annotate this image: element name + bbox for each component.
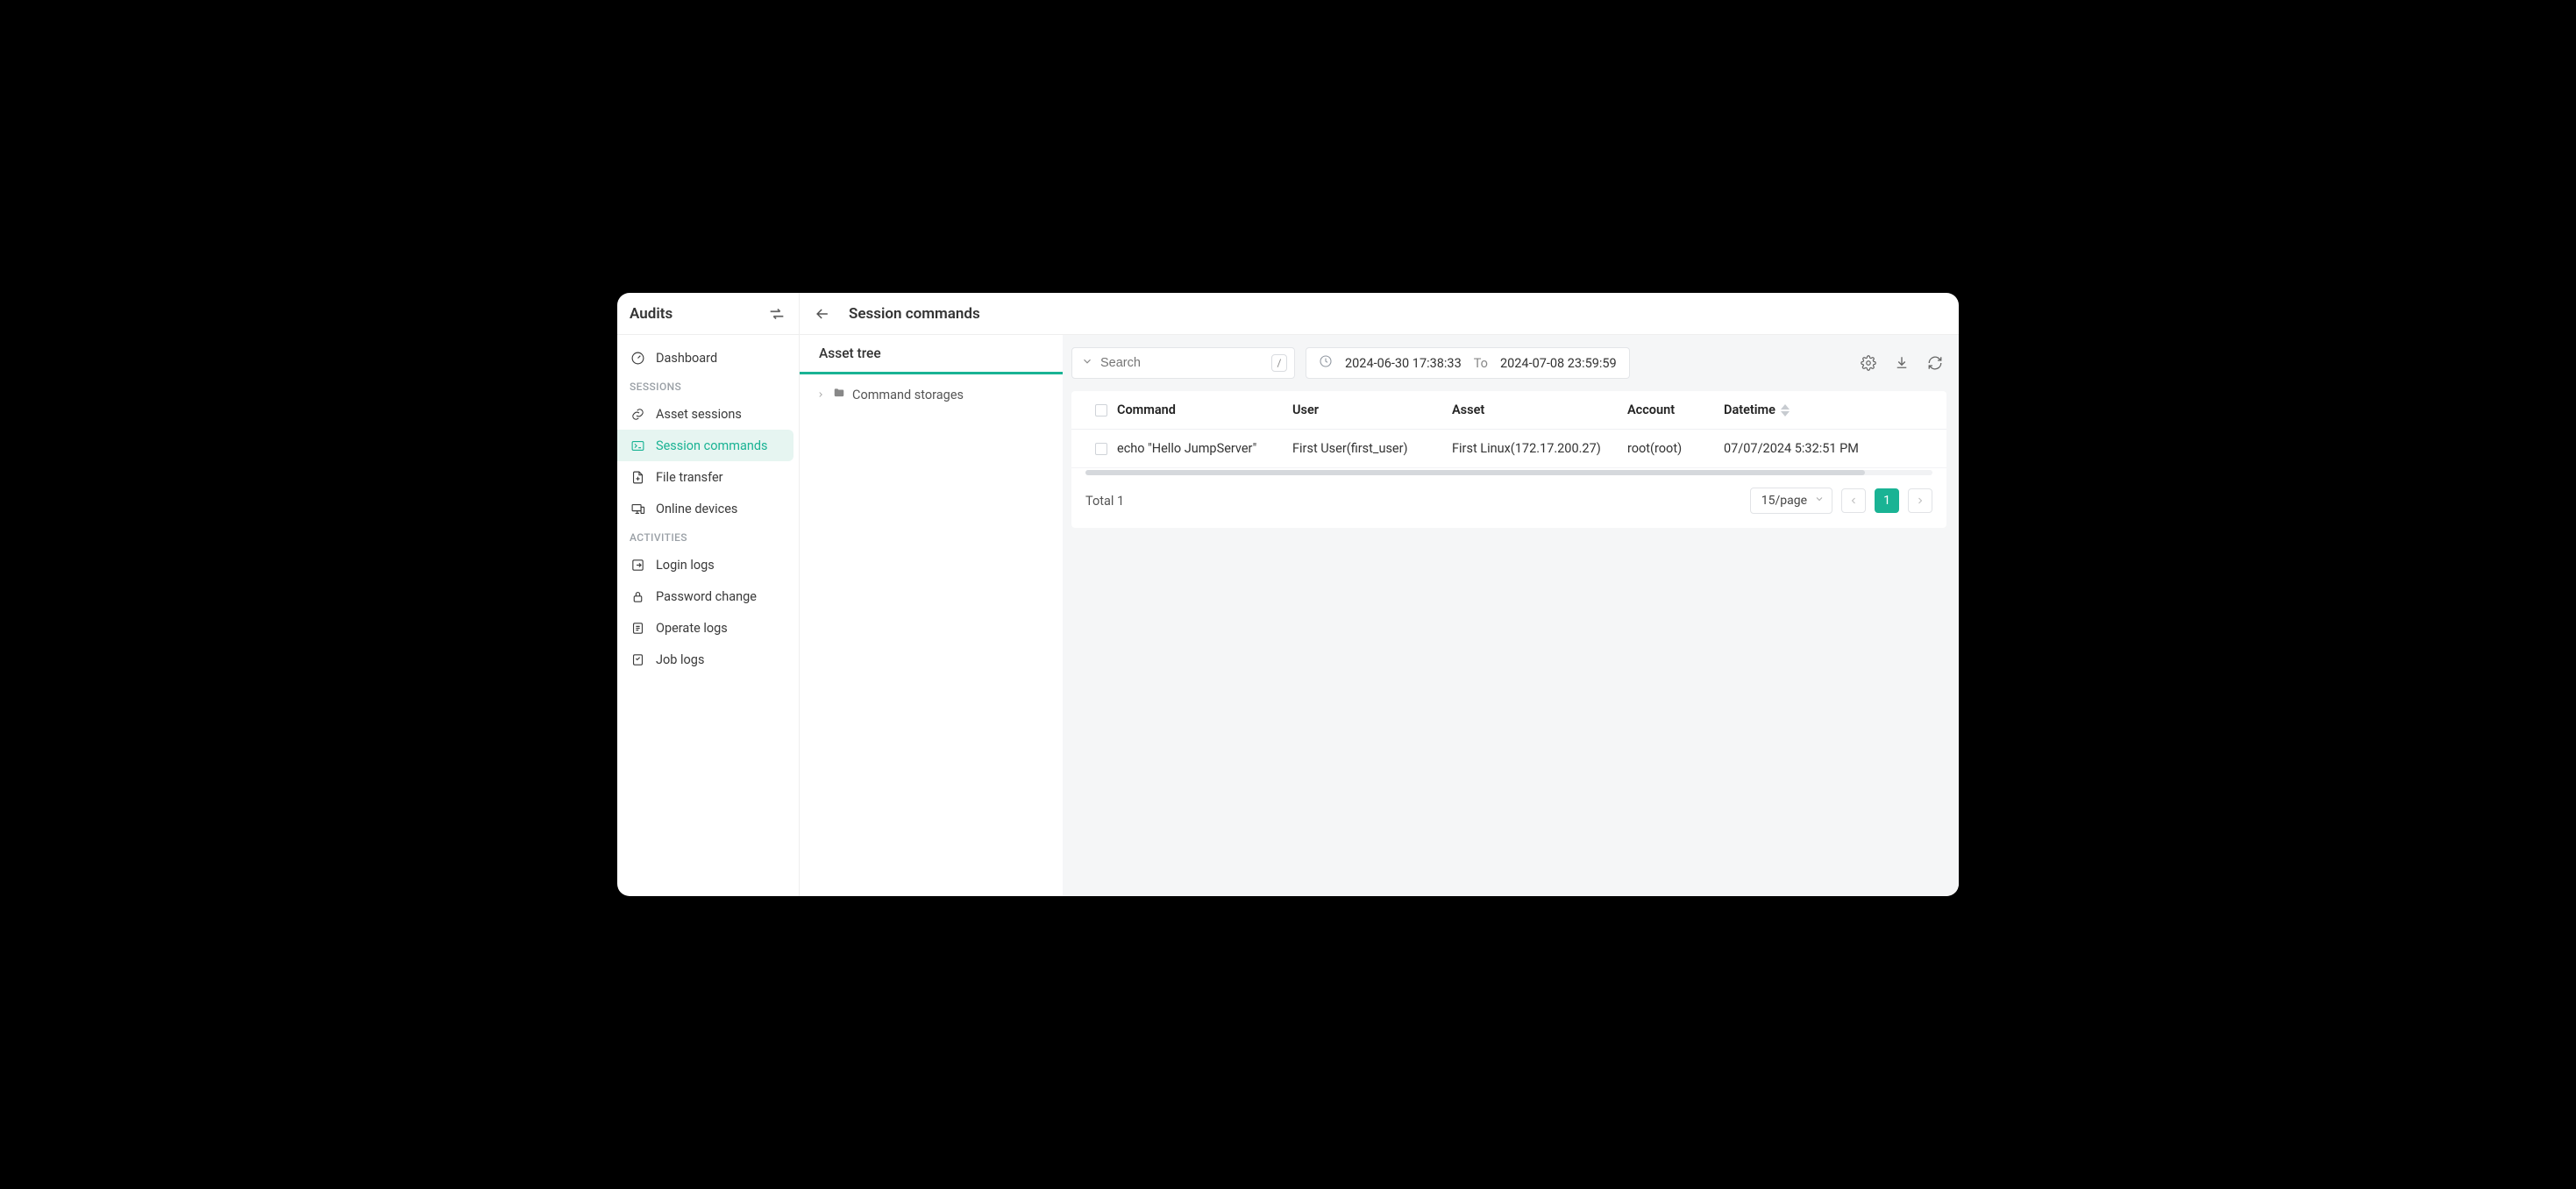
sidebar-item-label: Job logs (656, 652, 704, 667)
chevron-down-icon (1814, 494, 1825, 508)
sidebar-nav: Dashboard SESSIONS Asset sessions Sessio… (617, 335, 799, 682)
date-range-picker[interactable]: 2024-06-30 17:38:33 To 2024-07-08 23:59:… (1306, 347, 1630, 379)
refresh-icon (1927, 355, 1943, 371)
app-window: Audits Dashboard SESSIONS Asset sessions (617, 293, 1959, 896)
nav-section-sessions: SESSIONS (617, 374, 799, 398)
search-box[interactable]: / (1071, 347, 1295, 379)
nav-section-activities: ACTIVITIES (617, 524, 799, 549)
col-account[interactable]: Account (1627, 402, 1724, 417)
sidebar-item-label: Session commands (656, 438, 768, 453)
pagination: 15/page 1 (1750, 488, 1932, 514)
topbar: Session commands (800, 293, 1959, 335)
date-to-label: To (1474, 356, 1488, 371)
terminal-icon (630, 438, 645, 453)
page-number-label: 1 (1883, 494, 1890, 508)
cell-account: root(root) (1627, 441, 1724, 456)
horizontal-scrollbar[interactable] (1085, 470, 1932, 475)
date-from: 2024-06-30 17:38:33 (1345, 356, 1462, 371)
gauge-icon (630, 350, 645, 366)
row-checkbox[interactable] (1095, 443, 1107, 455)
clock-icon (1319, 354, 1333, 372)
page-number-1[interactable]: 1 (1875, 488, 1899, 513)
page-size-value: 15/page (1761, 494, 1807, 508)
swap-icon (767, 304, 786, 324)
sidebar-item-session-commands[interactable]: Session commands (617, 430, 793, 461)
sidebar-item-operate-logs[interactable]: Operate logs (617, 612, 793, 644)
search-input[interactable] (1100, 356, 1264, 370)
table-header: Command User Asset Account Datetime (1071, 391, 1946, 430)
main-area: Session commands Asset tree Command stor… (800, 293, 1959, 896)
sidebar-item-label: Operate logs (656, 621, 728, 636)
toolbar: / 2024-06-30 17:38:33 To 2024-07-08 23:5… (1071, 347, 1946, 379)
total-count: Total 1 (1085, 494, 1124, 509)
next-page-button[interactable] (1908, 488, 1932, 513)
table-footer: Total 1 15/page (1071, 475, 1946, 517)
col-datetime-label: Datetime (1724, 402, 1775, 417)
col-command[interactable]: Command (1117, 402, 1292, 417)
results-card: Command User Asset Account Datetime (1071, 391, 1946, 528)
sidebar-item-dashboard[interactable]: Dashboard (617, 342, 793, 374)
sidebar-item-label: Login logs (656, 558, 715, 573)
col-datetime[interactable]: Datetime (1724, 402, 1890, 417)
sort-icon (1781, 403, 1790, 417)
download-icon (1894, 355, 1910, 371)
switch-module-button[interactable] (767, 304, 786, 324)
tree-item-label: Command storages (852, 388, 964, 402)
download-button[interactable] (1890, 352, 1913, 374)
sidebar-item-label: File transfer (656, 470, 723, 485)
sidebar-item-file-transfer[interactable]: File transfer (617, 461, 793, 493)
sidebar-item-label: Asset sessions (656, 407, 742, 422)
sidebar: Audits Dashboard SESSIONS Asset sessions (617, 293, 800, 896)
table-row[interactable]: echo "Hello JumpServer" First User(first… (1071, 430, 1946, 468)
refresh-button[interactable] (1924, 352, 1946, 374)
gear-icon (1861, 355, 1876, 371)
sidebar-item-asset-sessions[interactable]: Asset sessions (617, 398, 793, 430)
col-user[interactable]: User (1292, 402, 1452, 417)
tree-item-command-storages[interactable]: Command storages (812, 383, 1050, 406)
scrollbar-thumb[interactable] (1085, 470, 1865, 475)
search-shortcut-hint: / (1271, 354, 1287, 372)
cell-asset: First Linux(172.17.200.27) (1452, 441, 1627, 456)
date-to: 2024-07-08 23:59:59 (1500, 356, 1617, 371)
chevron-right-icon (1915, 495, 1925, 506)
cell-command: echo "Hello JumpServer" (1117, 441, 1292, 456)
col-asset[interactable]: Asset (1452, 402, 1627, 417)
page-title: Session commands (849, 305, 980, 323)
sidebar-header: Audits (617, 293, 799, 335)
sidebar-item-password-change[interactable]: Password change (617, 580, 793, 612)
arrow-left-icon (814, 305, 831, 323)
checklist-icon (630, 651, 645, 667)
prev-page-button[interactable] (1841, 488, 1866, 513)
login-icon (630, 557, 645, 573)
chevron-left-icon (1848, 495, 1859, 506)
devices-icon (630, 501, 645, 516)
folder-icon (833, 387, 847, 402)
cell-datetime: 07/07/2024 5:32:51 PM (1724, 441, 1890, 456)
settings-button[interactable] (1857, 352, 1880, 374)
sidebar-item-label: Password change (656, 589, 757, 604)
sidebar-item-online-devices[interactable]: Online devices (617, 493, 793, 524)
lock-icon (630, 588, 645, 604)
sidebar-item-label: Online devices (656, 502, 737, 516)
cell-user: First User(first_user) (1292, 441, 1452, 456)
asset-tree-header: Asset tree (800, 335, 1063, 374)
list-icon (630, 620, 645, 636)
commands-table: Command User Asset Account Datetime (1071, 391, 1946, 475)
file-transfer-icon (630, 469, 645, 485)
sidebar-item-login-logs[interactable]: Login logs (617, 549, 793, 580)
sidebar-item-job-logs[interactable]: Job logs (617, 644, 793, 675)
link-icon (630, 406, 645, 422)
asset-tree-panel: Asset tree Command storages (800, 335, 1063, 896)
back-button[interactable] (812, 303, 833, 324)
asset-tree-body: Command storages (800, 374, 1063, 415)
page-size-select[interactable]: 15/page (1750, 488, 1832, 514)
right-pane: / 2024-06-30 17:38:33 To 2024-07-08 23:5… (1063, 335, 1959, 896)
chevron-down-icon[interactable] (1081, 355, 1093, 371)
module-title: Audits (630, 305, 672, 323)
select-all-checkbox[interactable] (1095, 404, 1107, 417)
sidebar-item-label: Dashboard (656, 351, 717, 366)
content: Asset tree Command storages (800, 335, 1959, 896)
chevron-right-icon (814, 390, 828, 399)
